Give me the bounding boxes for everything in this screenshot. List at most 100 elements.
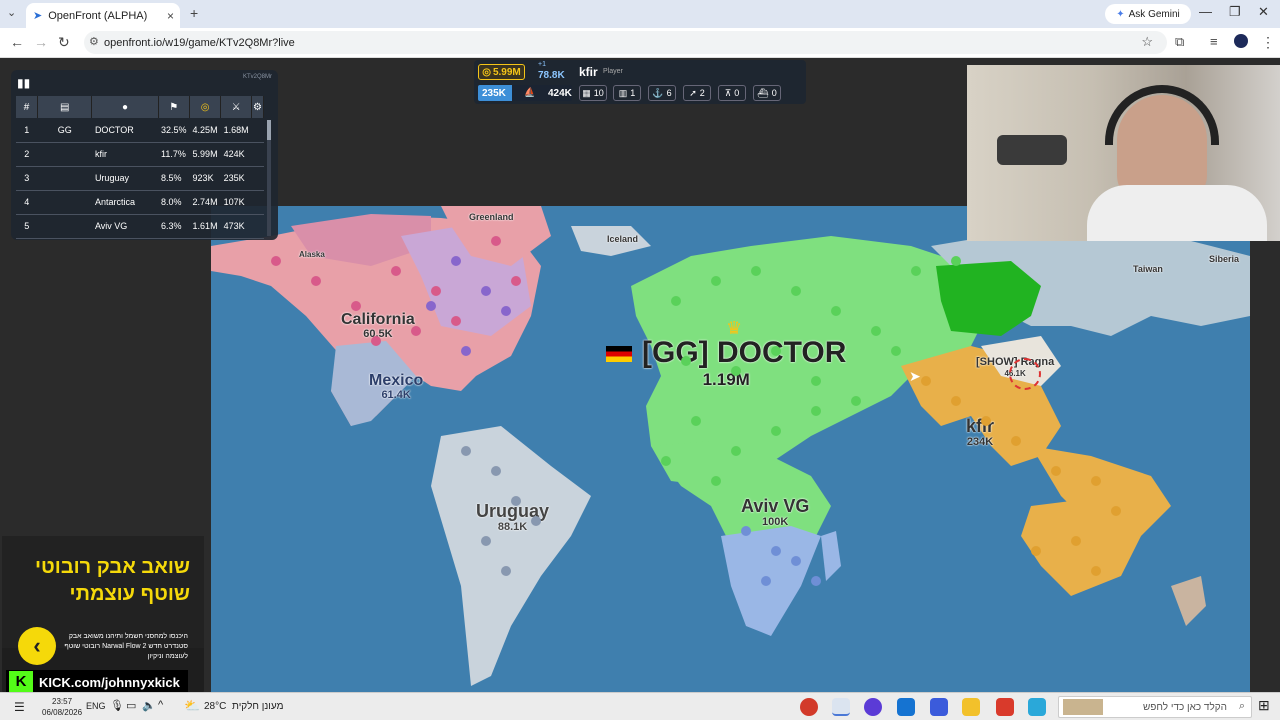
- chrome-icon[interactable]: [832, 698, 850, 716]
- clock[interactable]: 23:57 06/08/2026: [42, 696, 82, 718]
- city-marker[interactable]: [1011, 436, 1021, 446]
- city-marker[interactable]: [981, 416, 991, 426]
- file-explorer-icon[interactable]: [962, 698, 980, 716]
- obs-icon[interactable]: [996, 698, 1014, 716]
- game-viewport[interactable]: California 60.5K Mexico 61.4K [GG] DOCTOR …: [0, 58, 1280, 692]
- city-marker[interactable]: [461, 346, 471, 356]
- settings-icon[interactable]: ⚙: [251, 96, 264, 118]
- city-marker[interactable]: [1091, 566, 1101, 576]
- copilot-icon[interactable]: [1028, 698, 1046, 716]
- ask-gemini-button[interactable]: ✦ Ask Gemini: [1105, 4, 1191, 24]
- minimize-icon[interactable]: —: [1199, 4, 1212, 19]
- new-tab-button[interactable]: +: [190, 5, 198, 21]
- table-row[interactable]: 4 Antarctica 8.0% 2.74M 107K: [16, 190, 264, 215]
- city-marker[interactable]: [731, 446, 741, 456]
- table-row[interactable]: 3 Uruguay 8.5% 923K 235K: [16, 166, 264, 191]
- city-marker[interactable]: [691, 416, 701, 426]
- city-marker[interactable]: [501, 566, 511, 576]
- city-marker[interactable]: [451, 316, 461, 326]
- language-indicator[interactable]: ENG: [86, 701, 106, 711]
- city-marker[interactable]: [681, 356, 691, 366]
- city-marker[interactable]: [426, 301, 436, 311]
- tab-list-icon[interactable]: ⌄: [7, 6, 16, 19]
- factory-count[interactable]: ▥ 1: [613, 85, 641, 101]
- extensions-icon[interactable]: ⧉: [1175, 34, 1184, 50]
- sponsor-ad[interactable]: שואב אבק רובוטי שוטף עוצמתי ‹ היכנסו למח…: [2, 536, 204, 692]
- city-marker[interactable]: [771, 346, 781, 356]
- col-clan-icon[interactable]: ▤: [37, 96, 93, 118]
- profile-avatar[interactable]: [1234, 34, 1248, 48]
- discord-icon[interactable]: [864, 698, 882, 716]
- city-marker[interactable]: [531, 516, 541, 526]
- chevron-left-icon[interactable]: ‹: [18, 627, 56, 665]
- city-marker[interactable]: [1071, 536, 1081, 546]
- city-marker[interactable]: [481, 286, 491, 296]
- bookmark-star-icon[interactable]: ☆: [1141, 34, 1153, 50]
- network-icon[interactable]: ▭: [126, 699, 136, 712]
- kick-banner[interactable]: K KICK.com/johnnyxkick: [6, 670, 188, 692]
- city-marker[interactable]: [811, 576, 821, 586]
- col-land-icon[interactable]: ⚑: [158, 96, 191, 118]
- city-marker[interactable]: [891, 346, 901, 356]
- city-marker[interactable]: [871, 326, 881, 336]
- city-marker[interactable]: [491, 236, 501, 246]
- world-map[interactable]: California 60.5K Mexico 61.4K [GG] DOCTOR …: [211, 206, 1250, 692]
- chevron-up-icon[interactable]: ^: [158, 699, 163, 711]
- city-marker[interactable]: [751, 266, 761, 276]
- mic-icon[interactable]: 🎙: [110, 699, 124, 712]
- city-marker[interactable]: [711, 476, 721, 486]
- city-marker[interactable]: [771, 546, 781, 556]
- maximize-icon[interactable]: ❐: [1229, 4, 1241, 20]
- col-player-icon[interactable]: ●: [91, 96, 159, 118]
- city-marker[interactable]: [311, 276, 321, 286]
- site-info-icon[interactable]: ⚙: [89, 35, 99, 48]
- city-marker[interactable]: [741, 526, 751, 536]
- weather-desc[interactable]: מעונן חלקית: [232, 701, 283, 712]
- back-icon[interactable]: ←: [10, 34, 24, 50]
- city-marker[interactable]: [951, 396, 961, 406]
- city-marker[interactable]: [711, 276, 721, 286]
- weather-temp[interactable]: 28°C: [204, 701, 226, 712]
- col-gold-icon[interactable]: ◎: [189, 96, 222, 118]
- close-tab-icon[interactable]: ×: [167, 9, 174, 23]
- city-marker[interactable]: [671, 296, 681, 306]
- city-marker[interactable]: [491, 466, 501, 476]
- col-troops-icon[interactable]: ⚔: [220, 96, 253, 118]
- close-window-icon[interactable]: ✕: [1258, 4, 1269, 20]
- city-marker[interactable]: [791, 286, 801, 296]
- city-marker[interactable]: [661, 456, 671, 466]
- city-marker[interactable]: [501, 306, 511, 316]
- city-marker[interactable]: [1051, 466, 1061, 476]
- sam-count[interactable]: ⊼ 0: [718, 85, 746, 101]
- search-input[interactable]: הקלד כאן כדי לחפש ⌕: [1058, 696, 1252, 718]
- city-marker[interactable]: [391, 266, 401, 276]
- notifications-icon[interactable]: ☰: [14, 700, 25, 714]
- city-marker[interactable]: [511, 496, 521, 506]
- city-marker[interactable]: [481, 536, 491, 546]
- address-bar[interactable]: ⚙ openfront.io/w19/game/KTv2Q8Mr?live ☆: [84, 31, 1167, 54]
- port-count[interactable]: ⚓ 6: [648, 85, 676, 101]
- city-marker[interactable]: [811, 376, 821, 386]
- city-marker[interactable]: [791, 556, 801, 566]
- warship-count[interactable]: ⛴ 0: [753, 85, 781, 101]
- city-marker[interactable]: [911, 266, 921, 276]
- city-marker[interactable]: [1091, 476, 1101, 486]
- city-marker[interactable]: [811, 406, 821, 416]
- start-menu-icon[interactable]: ⊞: [1258, 697, 1270, 714]
- city-marker[interactable]: [271, 256, 281, 266]
- leaderboard-chart-icon[interactable]: ▮▮: [17, 76, 30, 90]
- city-marker[interactable]: [1111, 506, 1121, 516]
- media-control-icon[interactable]: ≡: [1210, 34, 1218, 49]
- city-marker[interactable]: [951, 256, 961, 266]
- city-marker[interactable]: [451, 256, 461, 266]
- store-icon[interactable]: [930, 698, 948, 716]
- city-count[interactable]: ▦ 10: [579, 85, 607, 101]
- record-app-icon[interactable]: [800, 698, 818, 716]
- city-marker[interactable]: [851, 396, 861, 406]
- volume-icon[interactable]: 🔈: [142, 699, 156, 712]
- city-marker[interactable]: [1031, 546, 1041, 556]
- missile-silo-count[interactable]: ➚ 2: [683, 85, 711, 101]
- city-marker[interactable]: [431, 286, 441, 296]
- city-marker[interactable]: [511, 276, 521, 286]
- city-marker[interactable]: [371, 336, 381, 346]
